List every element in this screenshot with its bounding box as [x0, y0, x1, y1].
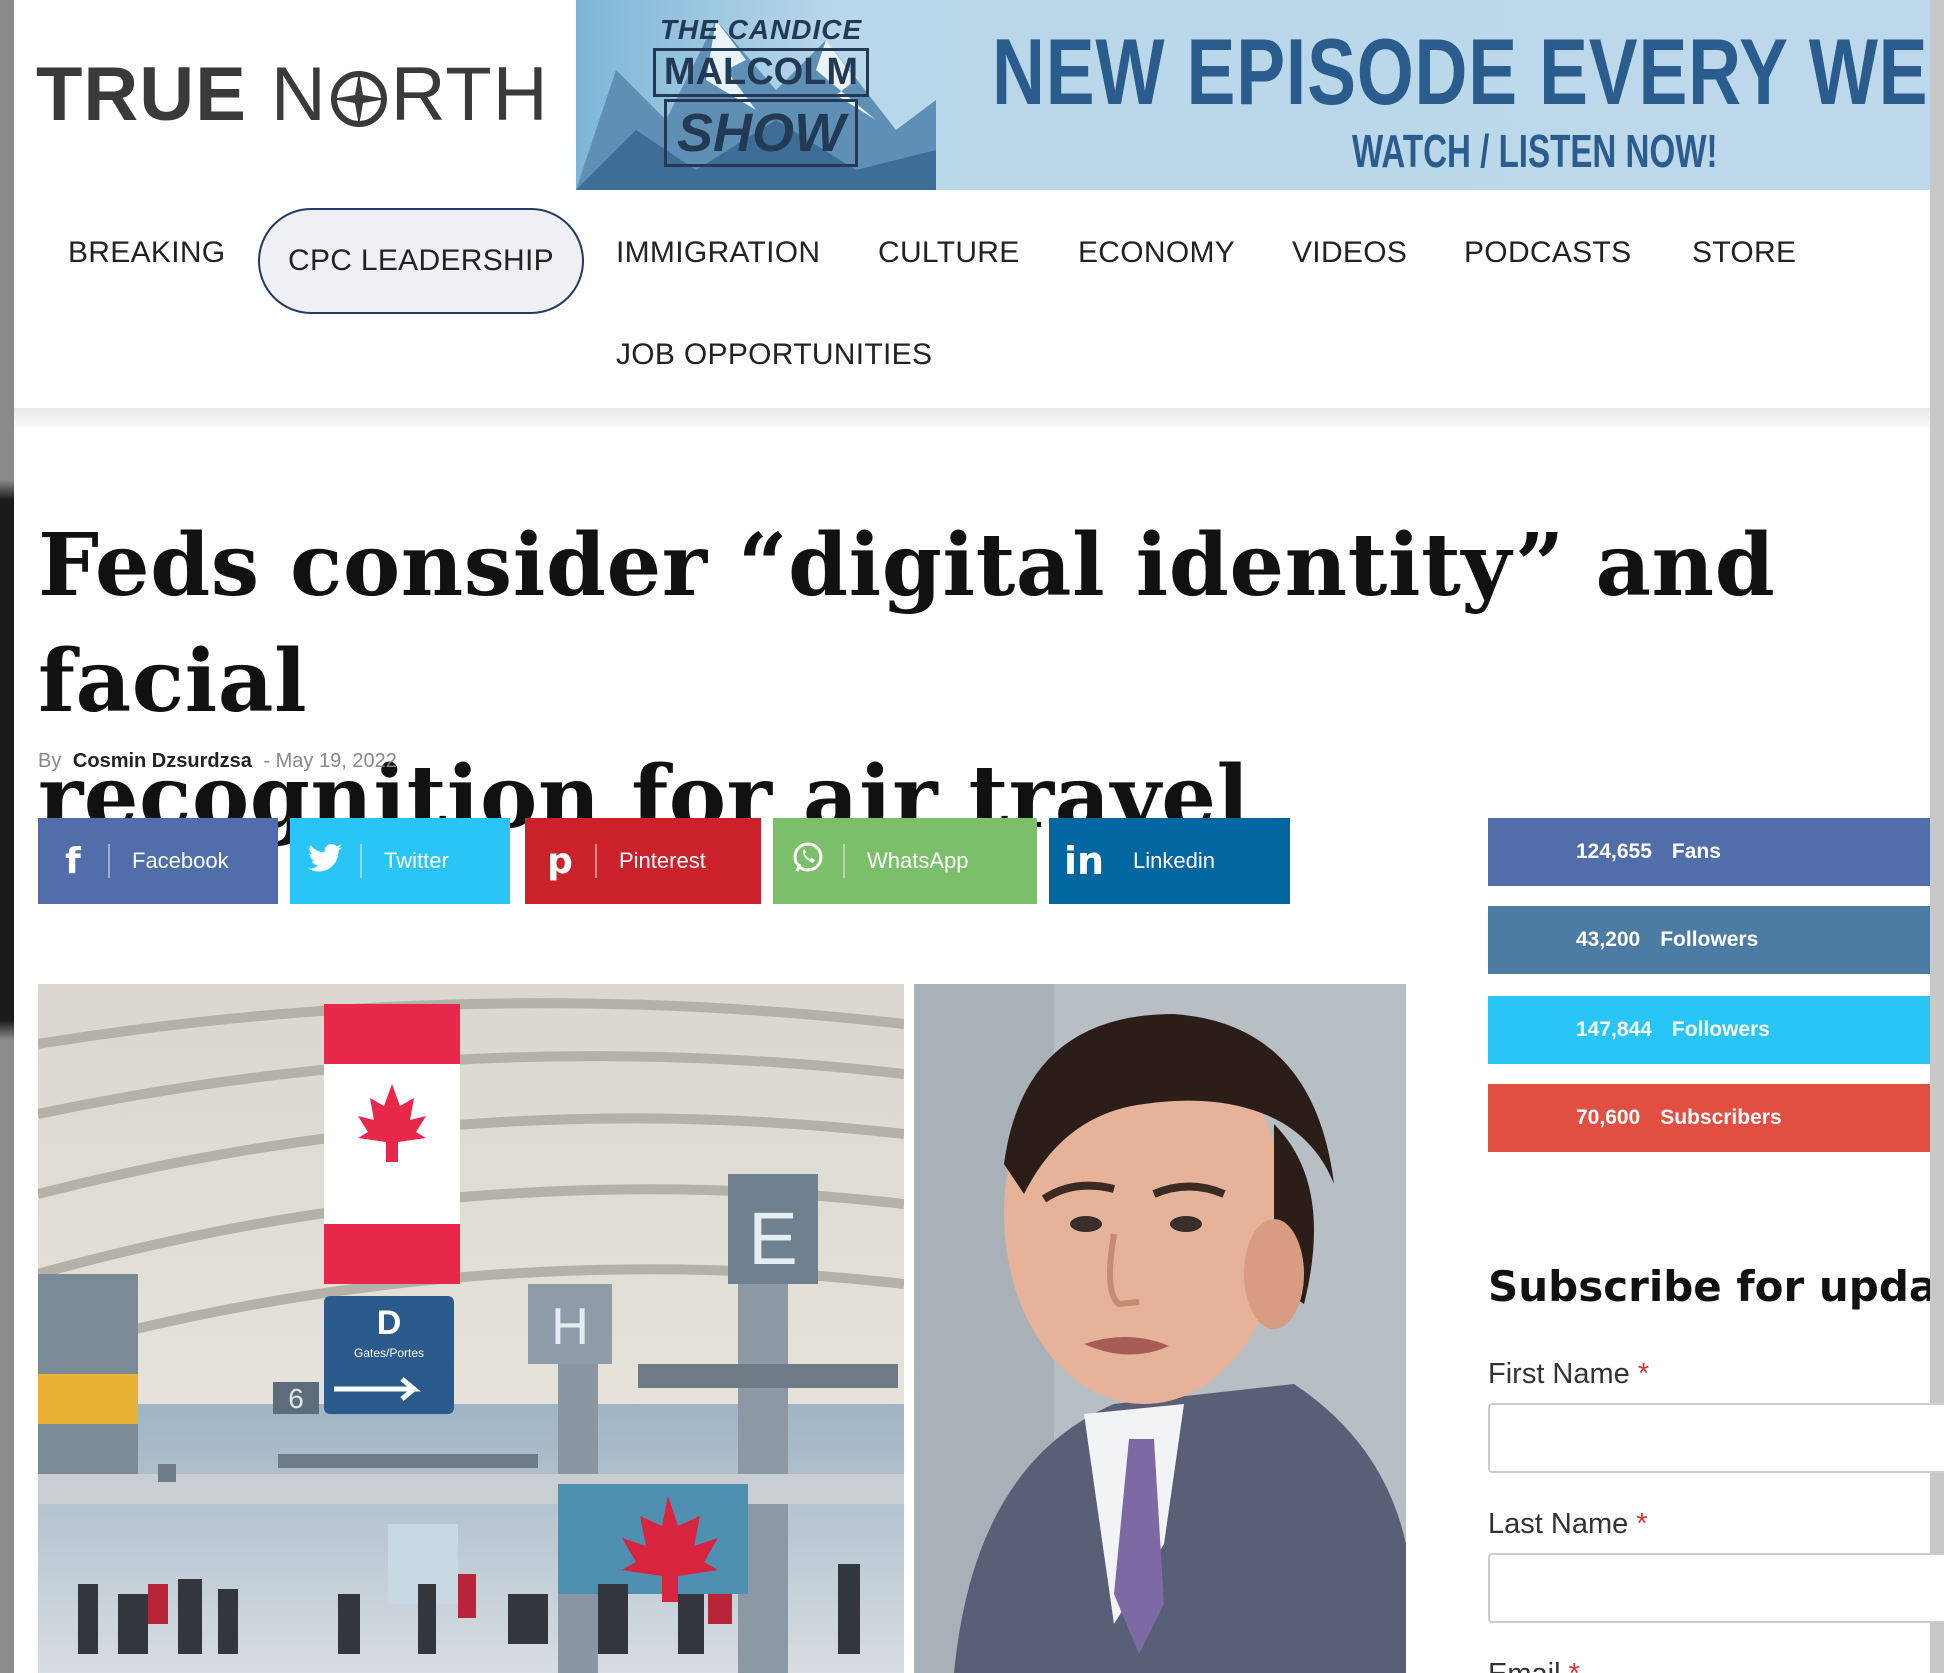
- share-linkedin-button[interactable]: in Linkedin: [1049, 818, 1290, 904]
- email-label: Email *: [1488, 1658, 1580, 1673]
- counter-value: 124,655: [1576, 840, 1652, 863]
- linkedin-icon: in: [1063, 839, 1105, 883]
- logo-north: N RTH: [271, 51, 549, 138]
- share-facebook-button[interactable]: f Facebook: [38, 818, 278, 904]
- share-twitter-label: Twitter: [384, 848, 449, 873]
- nav-breaking[interactable]: BREAKING: [68, 236, 225, 276]
- compass-icon: [330, 71, 387, 128]
- nav-videos[interactable]: VIDEOS: [1292, 236, 1407, 276]
- facebook-icon: f: [65, 840, 81, 882]
- share-whatsapp-label: WhatsApp: [867, 848, 969, 873]
- share-whatsapp-button[interactable]: WhatsApp: [773, 818, 1037, 904]
- share-pinterest-button[interactable]: p Pinterest: [525, 818, 761, 904]
- nav-job-opportunities[interactable]: JOB OPPORTUNITIES: [616, 338, 932, 378]
- nav-culture[interactable]: CULTURE: [878, 236, 1020, 276]
- portrait-scene: [914, 984, 1406, 1673]
- gate-sign-6: 6: [288, 1383, 304, 1414]
- gate-sign-e: E: [748, 1197, 797, 1280]
- first-name-label-text: First Name: [1488, 1358, 1630, 1390]
- email-label-text: Email: [1488, 1658, 1561, 1673]
- politician-photo: [914, 984, 1406, 1673]
- show-line2: MALCOLM: [652, 48, 870, 97]
- article-title: Feds consider “digital identity” and fac…: [38, 508, 1858, 856]
- counter-unit: Followers: [1660, 928, 1759, 951]
- share-linkedin-label: Linkedin: [1133, 848, 1215, 873]
- airport-scene: D Gates/Portes 6 H E: [38, 984, 904, 1673]
- counter-unit: Subscribers: [1660, 1106, 1782, 1129]
- twitter-icon: [290, 841, 360, 882]
- page: TRUE N RTH THE CANDICE MALCOLM SHOW NEW E…: [0, 0, 1944, 1673]
- pinterest-icon: p: [547, 840, 573, 882]
- first-name-label: First Name *: [1488, 1358, 1649, 1391]
- byline-separator: -: [263, 750, 271, 772]
- required-mark: *: [1569, 1658, 1580, 1673]
- nav-cpc-leadership[interactable]: CPC LEADERSHIP: [258, 208, 584, 314]
- logo-north-rest: RTH: [390, 51, 549, 137]
- banner-subtitle: WATCH / LISTEN NOW!: [1352, 125, 1718, 177]
- publish-date: May 19, 2022: [275, 750, 397, 772]
- counter-value: 70,600: [1576, 1106, 1641, 1129]
- whatsapp-icon: [773, 840, 843, 883]
- share-pinterest-label: Pinterest: [619, 848, 706, 873]
- logo-true: TRUE: [36, 51, 247, 137]
- counter-value: 147,844: [1576, 1018, 1652, 1041]
- first-name-field[interactable]: [1488, 1403, 1944, 1473]
- followers-counter[interactable]: 43,200 Followers: [1488, 906, 1930, 974]
- author-link[interactable]: Cosmin Dzsurdzsa: [73, 750, 252, 772]
- byline-by: By: [38, 750, 62, 772]
- counter-unit: Followers: [1671, 1018, 1770, 1041]
- nav-cpc-leadership-label: CPC LEADERSHIP: [288, 244, 554, 277]
- last-name-label-text: Last Name: [1488, 1508, 1629, 1540]
- byline: By Cosmin Dzsurdzsa - May 19, 2022: [38, 750, 397, 773]
- show-logo: THE CANDICE MALCOLM SHOW: [636, 14, 886, 174]
- show-line1: THE CANDICE: [659, 14, 863, 45]
- facebook-fans-counter[interactable]: 124,655 Fans: [1488, 818, 1930, 886]
- nav-immigration[interactable]: IMMIGRATION: [616, 236, 820, 276]
- banner-title: NEW EPISODE EVERY WEEK: [992, 19, 1930, 124]
- gate-sign-d: D: [377, 1304, 402, 1342]
- airport-photo: D Gates/Portes 6 H E: [38, 984, 904, 1673]
- nav-podcasts[interactable]: PODCASTS: [1464, 236, 1631, 276]
- youtube-subscribers-counter[interactable]: 70,600 Subscribers: [1488, 1084, 1930, 1152]
- nav-store[interactable]: STORE: [1692, 236, 1796, 276]
- site-logo[interactable]: TRUE N RTH: [36, 52, 549, 137]
- window-edge-left: [0, 0, 14, 1673]
- share-twitter-button[interactable]: Twitter: [290, 818, 510, 904]
- last-name-label: Last Name *: [1488, 1508, 1648, 1541]
- gate-sign-h: H: [551, 1298, 589, 1356]
- twitter-followers-counter[interactable]: 147,844 Followers: [1488, 996, 1930, 1064]
- counter-value: 43,200: [1576, 928, 1641, 951]
- show-line3: SHOW: [664, 99, 858, 167]
- counter-unit: Fans: [1671, 840, 1721, 863]
- last-name-field[interactable]: [1488, 1553, 1944, 1623]
- logo-north-n: N: [270, 51, 327, 137]
- nav-divider: [14, 408, 1930, 428]
- subscribe-heading: Subscribe for updates: [1488, 1262, 1930, 1311]
- required-mark: *: [1636, 1508, 1648, 1540]
- required-mark: *: [1637, 1358, 1650, 1390]
- article-title-line1: Feds consider “digital identity” and fac…: [38, 515, 1776, 732]
- gate-sign-text: Gates/Portes: [354, 1346, 424, 1360]
- show-banner-ad[interactable]: THE CANDICE MALCOLM SHOW NEW EPISODE EVE…: [576, 0, 1930, 190]
- nav-economy[interactable]: ECONOMY: [1078, 236, 1235, 276]
- share-facebook-label: Facebook: [132, 848, 229, 873]
